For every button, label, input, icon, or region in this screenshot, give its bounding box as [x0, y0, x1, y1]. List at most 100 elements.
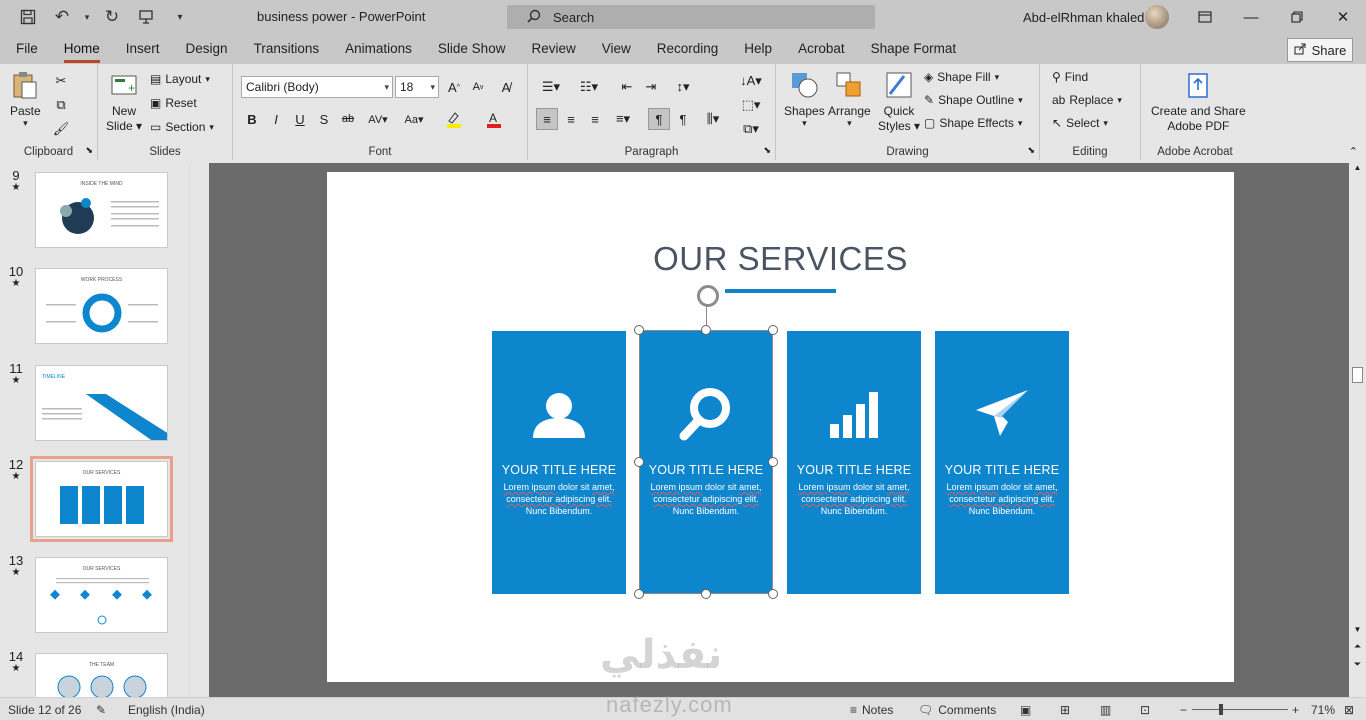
rotate-handle-icon[interactable] — [697, 285, 719, 307]
text-direction-icon[interactable]: ↓A▾ — [736, 70, 766, 92]
fit-slide-icon[interactable]: ⊠ — [1344, 703, 1354, 717]
zoom-slider-thumb[interactable] — [1219, 704, 1223, 715]
underline-icon[interactable]: U — [289, 108, 311, 130]
highlight-icon[interactable] — [443, 108, 465, 130]
service-card-3[interactable]: YOUR TITLE HERE Lorem ipsum dolor sit am… — [787, 331, 921, 594]
columns-icon[interactable]: ⫼▾ — [698, 108, 728, 130]
create-share-pdf-button[interactable]: Create and Share Adobe PDF — [1151, 70, 1246, 134]
shadow-icon[interactable]: S — [313, 108, 335, 130]
slide-scrollbar[interactable]: ▲ ▼ ⏶ ⏷ — [1349, 163, 1366, 697]
restore-icon[interactable] — [1274, 0, 1320, 34]
align-right-icon[interactable]: ≡ — [584, 108, 606, 130]
copy-icon[interactable]: ⧉ — [50, 94, 72, 116]
slide[interactable]: OUR SERVICES YOUR TITLE HERE Lorem ipsum… — [327, 172, 1234, 682]
avatar[interactable] — [1145, 5, 1169, 29]
font-name-combo[interactable]: Calibri (Body) ▾ — [241, 76, 393, 98]
tab-home[interactable]: Home — [51, 34, 113, 64]
previous-slide-icon[interactable]: ⏶ — [1349, 641, 1366, 652]
zoom-level[interactable]: 71% — [1311, 703, 1335, 717]
change-case-icon[interactable]: Aa▾ — [399, 108, 429, 130]
clear-formatting-icon[interactable]: A̸ — [495, 76, 517, 98]
tab-acrobat[interactable]: Acrobat — [785, 34, 858, 64]
slide-thumbnail-11[interactable]: TIMELINE — [35, 365, 168, 441]
slide-thumbnail-12[interactable]: OUR SERVICES — [30, 456, 173, 542]
service-card-4[interactable]: YOUR TITLE HERE Lorem ipsum dolor sit am… — [935, 331, 1069, 594]
strikethrough-icon[interactable]: ab — [337, 108, 359, 130]
resize-handle-se[interactable] — [768, 589, 778, 599]
tab-help[interactable]: Help — [731, 34, 785, 64]
format-painter-icon[interactable]: 🖌 — [50, 118, 72, 140]
tab-animations[interactable]: Animations — [332, 34, 425, 64]
tab-insert[interactable]: Insert — [113, 34, 173, 64]
cut-icon[interactable]: ✂ — [50, 70, 72, 92]
thumbnails-scrollbar[interactable]: ▲ ▼ — [189, 163, 190, 697]
undo-dropdown-icon[interactable]: ▾ — [82, 5, 92, 29]
shape-effects-button[interactable]: ▢ Shape Effects ▾ — [924, 116, 1022, 130]
quick-styles-button[interactable]: Quick Styles ▾ — [878, 70, 920, 134]
slide-thumbnail-13[interactable]: OUR SERVICES — [35, 557, 168, 633]
tab-transitions[interactable]: Transitions — [241, 34, 333, 64]
normal-view-icon[interactable]: ▣ — [1020, 703, 1031, 717]
redo-icon[interactable]: ↻ — [98, 5, 126, 29]
reset-button[interactable]: ▣ Reset — [150, 96, 197, 110]
resize-handle-ne[interactable] — [768, 325, 778, 335]
section-button[interactable]: ▭ Section ▾ — [150, 120, 214, 134]
scroll-down-icon[interactable]: ▼ — [1349, 625, 1366, 639]
spelling-icon[interactable]: ✎ — [96, 703, 106, 717]
dialog-launcher-icon[interactable]: ⬊ — [85, 145, 93, 156]
resize-handle-n[interactable] — [701, 325, 711, 335]
tab-review[interactable]: Review — [518, 34, 588, 64]
share-button[interactable]: Share — [1287, 38, 1353, 62]
minimize-icon[interactable]: — — [1228, 0, 1274, 34]
zoom-slider[interactable] — [1192, 704, 1288, 715]
replace-button[interactable]: ab Replace ▾ — [1052, 93, 1122, 107]
title-underline[interactable] — [725, 289, 836, 293]
notes-button[interactable]: ≡ Notes — [850, 703, 893, 717]
justify-icon[interactable]: ≡▾ — [608, 108, 638, 130]
save-icon[interactable] — [14, 5, 42, 29]
increase-font-icon[interactable]: A ^ — [443, 76, 465, 98]
presenter-icon[interactable] — [132, 5, 160, 29]
zoom-out-icon[interactable]: − — [1180, 703, 1187, 717]
line-spacing-icon[interactable]: ↕▾ — [668, 76, 698, 98]
user-name[interactable]: Abd-elRhman khaled — [1023, 10, 1144, 25]
resize-handle-sw[interactable] — [634, 589, 644, 599]
smartart-icon[interactable]: ⧉▾ — [736, 118, 766, 140]
collapse-ribbon-icon[interactable]: ⌃ — [1349, 145, 1358, 158]
slide-thumbnail-9[interactable]: INSIDE THE MIND — [35, 172, 168, 248]
font-color-icon[interactable]: A — [483, 108, 505, 130]
tab-file[interactable]: File — [0, 34, 51, 64]
language-indicator[interactable]: English (India) — [128, 703, 205, 717]
reading-view-icon[interactable]: ▥ — [1100, 703, 1111, 717]
align-center-icon[interactable]: ≡ — [560, 108, 582, 130]
resize-handle-s[interactable] — [701, 589, 711, 599]
bold-icon[interactable]: B — [241, 108, 263, 130]
scroll-thumb[interactable] — [1352, 367, 1363, 383]
scroll-down-icon[interactable]: ▼ — [189, 683, 190, 697]
italic-icon[interactable]: I — [265, 108, 287, 130]
slide-thumbnail-14[interactable]: THE TEAM — [35, 653, 168, 697]
bullets-icon[interactable]: ☰▾ — [536, 76, 566, 98]
align-left-icon[interactable]: ≡ — [536, 108, 558, 130]
layout-button[interactable]: ▤ Layout ▾ — [150, 72, 210, 86]
new-slide-button[interactable]: + New Slide ▾ — [106, 70, 142, 134]
rtl-icon[interactable]: ¶ — [672, 108, 694, 130]
customize-qat-icon[interactable]: ▾ — [166, 5, 194, 29]
align-text-icon[interactable]: ⬚▾ — [736, 94, 766, 116]
shape-fill-button[interactable]: ◈ Shape Fill ▾ — [924, 70, 999, 84]
slide-sorter-icon[interactable]: ⊞ — [1060, 703, 1070, 717]
next-slide-icon[interactable]: ⏷ — [1349, 659, 1366, 670]
character-spacing-icon[interactable]: AV▾ — [363, 108, 393, 130]
select-button[interactable]: ↖ Select ▾ — [1052, 116, 1108, 130]
paste-button[interactable]: Paste ▾ — [10, 70, 41, 128]
tab-slide-show[interactable]: Slide Show — [425, 34, 519, 64]
tab-view[interactable]: View — [589, 34, 644, 64]
zoom-in-icon[interactable]: + — [1292, 703, 1299, 717]
search-box[interactable]: Search — [507, 5, 875, 29]
ltr-icon[interactable]: ¶ — [648, 108, 670, 130]
comments-button[interactable]: 🗨 Comments — [918, 703, 996, 717]
close-icon[interactable]: ✕ — [1320, 0, 1366, 34]
resize-handle-e[interactable] — [768, 457, 778, 467]
ribbon-display-icon[interactable] — [1182, 0, 1228, 34]
decrease-indent-icon[interactable]: ⇤ — [616, 76, 638, 98]
